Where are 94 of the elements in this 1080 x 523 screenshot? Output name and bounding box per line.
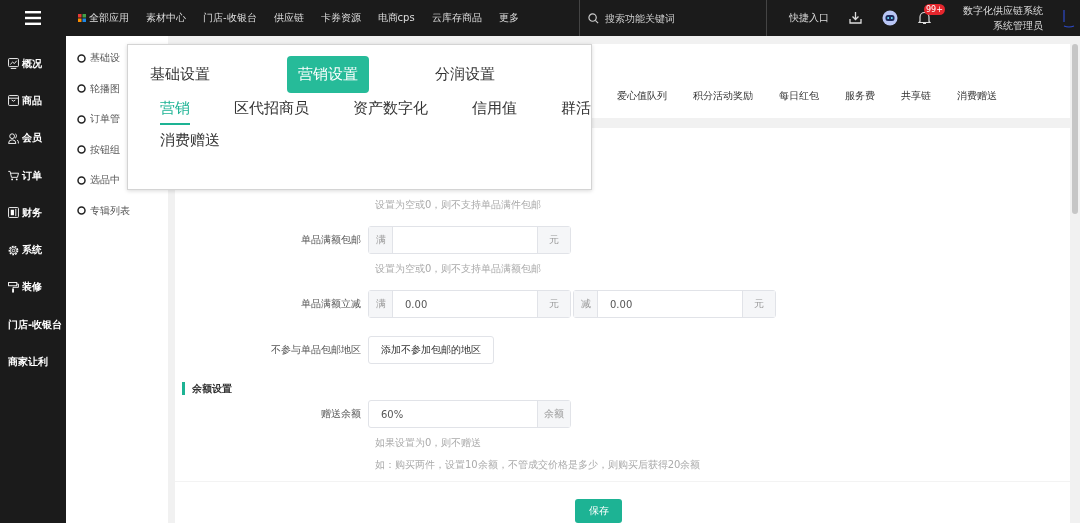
sidebar-item[interactable]: 装修 xyxy=(0,268,66,307)
hint-text: 如果设置为0，则不赠送 xyxy=(375,437,482,448)
hint-text: 如：购买两件，设置10余额，不管成交价格是多少，则购买后获得20余额 xyxy=(375,459,701,470)
circle-icon xyxy=(77,84,86,94)
field-label: 单品满额包邮 xyxy=(300,233,362,247)
field-label: 单品满额立减 xyxy=(300,297,362,311)
apps-grid-icon xyxy=(78,14,86,22)
tab[interactable]: 分润设置 xyxy=(424,56,506,93)
nav-link[interactable]: 卡券资源 xyxy=(320,11,361,25)
robot-icon[interactable] xyxy=(882,10,898,26)
quick-entry-link[interactable]: 快捷入口 xyxy=(789,11,829,25)
field-value: 0.00 xyxy=(609,297,634,312)
chart-icon xyxy=(8,58,19,70)
nav-link[interactable]: 更多 xyxy=(498,11,519,25)
sidebar-item[interactable]: 会员 xyxy=(0,119,66,157)
tab[interactable]: 群活 xyxy=(561,99,591,125)
user-role: 系统管理员 xyxy=(993,18,1043,33)
tab[interactable]: 服务费 xyxy=(845,88,875,104)
cart-icon xyxy=(8,170,19,182)
sidebar-item[interactable]: 概况 xyxy=(0,45,66,83)
bell-icon[interactable] xyxy=(918,11,931,25)
sidebar-item[interactable]: 商品 xyxy=(0,82,66,120)
input-field[interactable]: 减 0.00 元 xyxy=(573,290,776,318)
nav-link[interactable]: 素材中心 xyxy=(146,11,186,25)
nav-link[interactable]: 电商cps xyxy=(377,11,415,25)
box-icon xyxy=(8,95,19,107)
suffix-label: 元 xyxy=(537,291,570,317)
nav-link[interactable]: 云库存商品 xyxy=(431,11,482,25)
prefix-label: 满 xyxy=(369,227,393,253)
circle-icon xyxy=(77,114,86,124)
tab[interactable]: 每日红包 xyxy=(779,88,819,104)
circle-icon xyxy=(77,145,86,155)
hint-text: 设置为空或0，则不支持单品满额包邮 xyxy=(375,263,542,274)
nav-link[interactable]: 门店-收银台 xyxy=(203,11,257,25)
ledger-icon xyxy=(8,207,19,219)
input-field[interactable]: 满 0.00 元 xyxy=(368,290,571,318)
search-field[interactable]: 搜索功能关键词 xyxy=(605,12,755,24)
sidebar-item[interactable]: 系统 xyxy=(0,231,66,269)
add-region-button[interactable]: 添加不参加包邮的地区 xyxy=(368,336,494,364)
submenu-label: 专辑列表 xyxy=(90,203,130,218)
tab[interactable]: 消费赠送 xyxy=(160,131,220,157)
suffix-label: 元 xyxy=(742,291,775,317)
circle-icon xyxy=(77,175,86,185)
circle-icon xyxy=(77,206,86,216)
sidebar-label: 订单 xyxy=(22,168,42,183)
sidebar-label: 会员 xyxy=(22,131,42,146)
menu-icon[interactable] xyxy=(25,11,41,25)
gear-icon xyxy=(8,244,19,256)
submenu-label: 订单管 xyxy=(90,112,120,127)
submenu-label: 按钮组 xyxy=(90,142,120,157)
circle-icon xyxy=(77,53,86,63)
tab[interactable]: 基础设置 xyxy=(139,56,221,93)
tab[interactable]: 积分活动奖励 xyxy=(693,88,753,104)
field-value: 0.00 xyxy=(404,297,429,312)
tab[interactable]: 消费赠送 xyxy=(957,88,997,104)
nav-link[interactable]: 全部应用 xyxy=(78,11,129,25)
nav-link[interactable]: 供应链 xyxy=(273,11,304,25)
tab[interactable]: 信用值 xyxy=(472,99,517,125)
field-value: 60% xyxy=(380,407,405,422)
system-name: 数字化供应链系统 xyxy=(963,3,1043,18)
sidebar-item[interactable]: 商家让利 xyxy=(0,343,66,381)
sidebar-label: 财务 xyxy=(22,205,42,220)
suffix-label: 元 xyxy=(537,227,570,253)
sidebar-item[interactable]: 财务 xyxy=(0,194,66,232)
tab[interactable]: 区代招商员 xyxy=(234,99,309,125)
sidebar-label: 商品 xyxy=(22,93,42,108)
search-icon xyxy=(588,12,599,24)
tab[interactable]: 资产数字化 xyxy=(353,99,428,125)
prefix-label: 减 xyxy=(574,291,598,317)
submenu-item[interactable]: 专辑列表 xyxy=(66,195,168,226)
sidebar-item[interactable]: 门店-收银台 xyxy=(0,306,66,344)
sidebar-label: 系统 xyxy=(22,243,42,258)
sidebar-label: 装修 xyxy=(22,280,42,295)
submenu-label: 选品中 xyxy=(90,173,120,188)
sidebar-item[interactable]: 订单 xyxy=(0,156,66,195)
download-icon[interactable] xyxy=(849,12,862,24)
sidebar-label: 商家让利 xyxy=(8,355,48,369)
sidebar-label: 概况 xyxy=(22,56,42,71)
submenu-item[interactable]: 选品中 xyxy=(66,165,168,196)
people-icon xyxy=(8,132,19,144)
suffix-label: 余额 xyxy=(537,401,570,427)
submenu-label: 轮播图 xyxy=(90,81,120,96)
input-field[interactable]: 60% 余额 xyxy=(368,400,571,428)
prefix-label: 满 xyxy=(369,291,393,317)
submenu-label: 基础设 xyxy=(90,51,120,66)
scrollbar-thumb[interactable] xyxy=(1072,44,1078,214)
tab[interactable]: 共享链 xyxy=(901,88,931,104)
tab[interactable]: 爱心值队列 xyxy=(617,88,667,104)
paint-roller-icon xyxy=(8,281,19,293)
field-label: 赠送余额 xyxy=(320,407,362,421)
notification-badge: 99+ xyxy=(924,4,945,15)
hint-text: 设置为空或0，则不支持单品满件包邮 xyxy=(375,199,542,210)
sidebar-label: 门店-收银台 xyxy=(8,317,63,332)
field-label: 不参与单品包邮地区 xyxy=(270,343,362,357)
